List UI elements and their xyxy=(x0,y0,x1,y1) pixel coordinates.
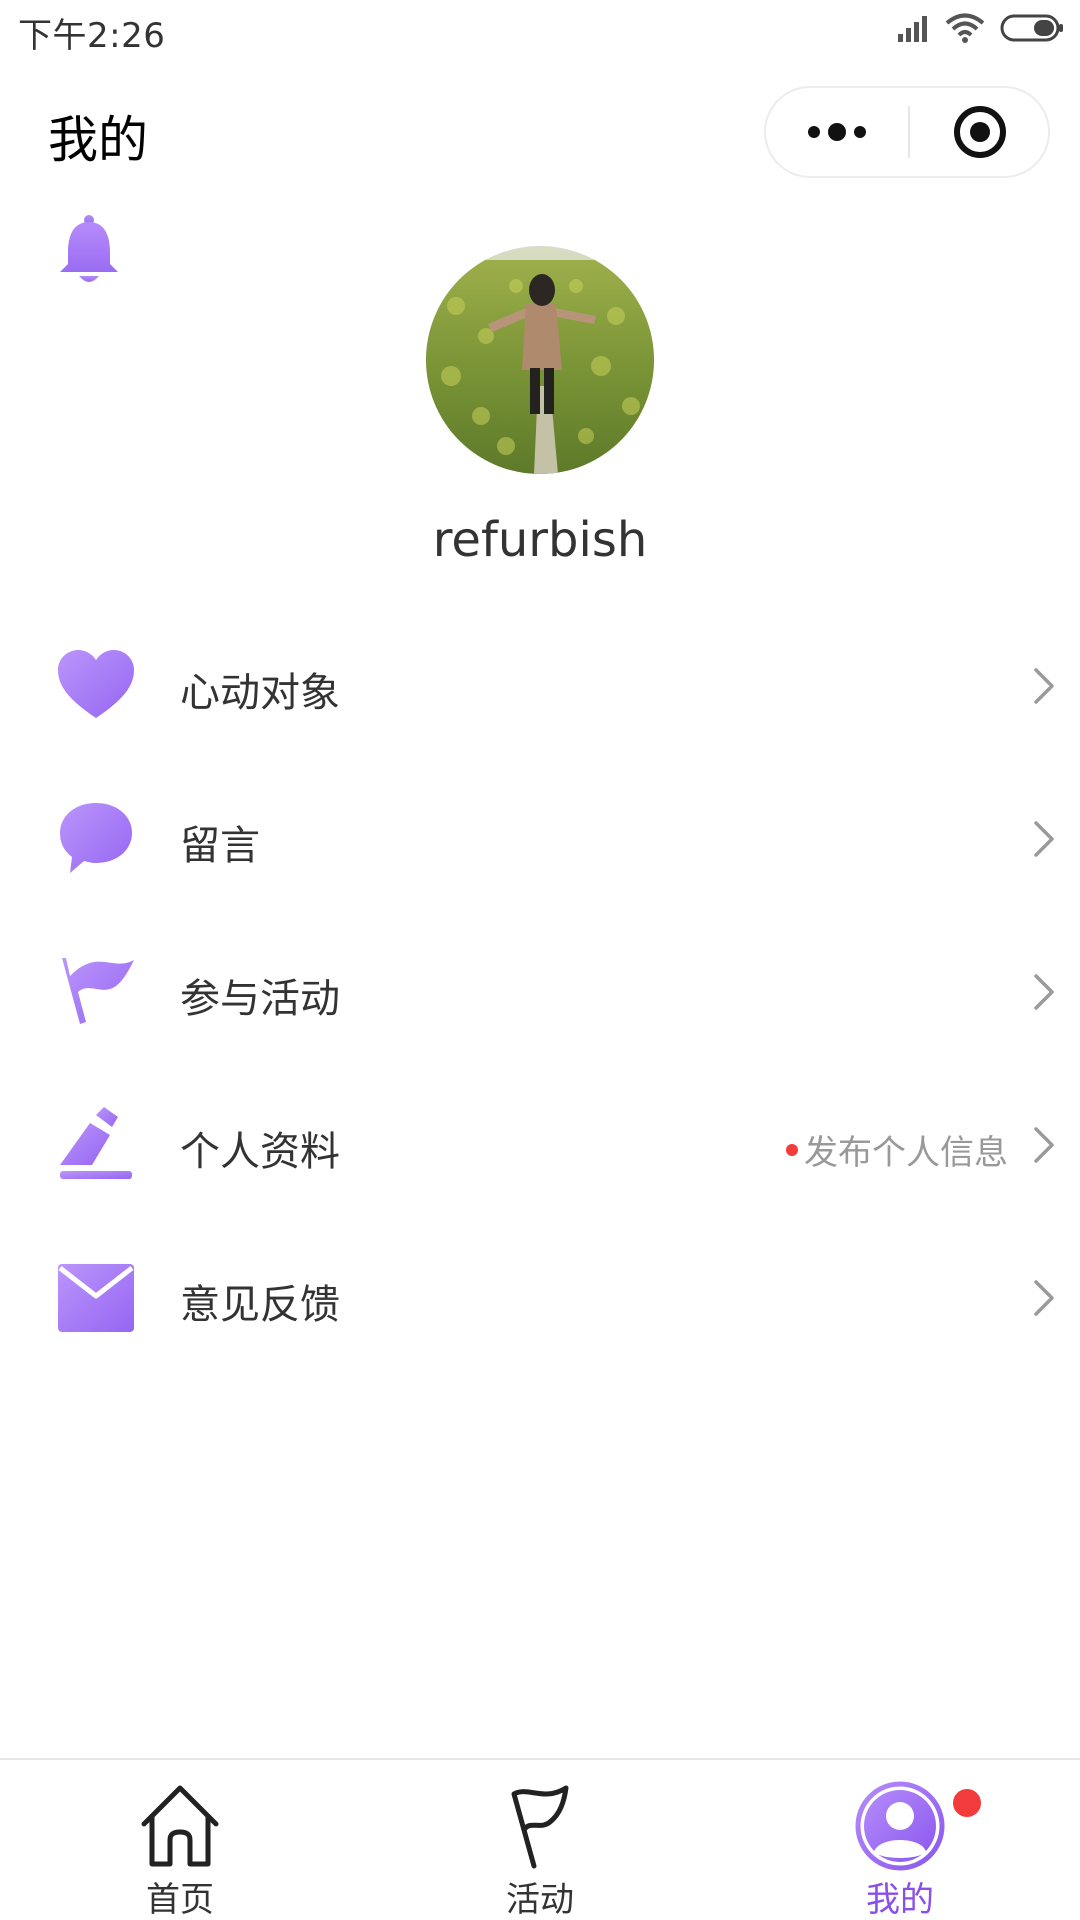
red-dot-indicator xyxy=(786,1143,798,1156)
chat-bubble-icon xyxy=(60,803,132,873)
status-bar: 下午2:26 xyxy=(0,0,1080,60)
chevron-right-icon xyxy=(1034,821,1054,857)
chevron-right-icon xyxy=(1034,974,1054,1010)
chevron-right-icon xyxy=(1034,1280,1054,1316)
bell-icon xyxy=(60,215,118,282)
mail-icon xyxy=(58,1264,134,1332)
menu-item-messages[interactable]: 留言 xyxy=(0,763,1080,916)
menu-item-label: 留言 xyxy=(180,823,260,869)
status-icons xyxy=(896,12,1064,44)
signal-icon xyxy=(898,16,927,42)
miniprogram-capsule xyxy=(764,86,1050,178)
username: refurbish xyxy=(432,512,648,568)
close-button[interactable] xyxy=(910,88,1050,176)
tab-label: 首页 xyxy=(146,1880,214,1920)
avatar[interactable] xyxy=(426,246,654,474)
heart-icon xyxy=(58,650,134,718)
menu-item-activities[interactable]: 参与活动 xyxy=(0,916,1080,1069)
tab-bar: 首页 活动 我的 xyxy=(0,1758,1080,1920)
menu-item-crush[interactable]: 心动对象 xyxy=(0,610,1080,763)
tab-home[interactable]: 首页 xyxy=(80,1770,280,1920)
menu-item-label: 心动对象 xyxy=(180,670,340,716)
notification-bell-button[interactable] xyxy=(56,214,122,292)
menu-item-profile[interactable]: 个人资料 发布个人信息 xyxy=(0,1069,1080,1222)
tab-label: 活动 xyxy=(506,1880,574,1920)
screen: 下午2:26 我的 refurbish 心动对象 留言 参与活动 个人资料 发布… xyxy=(0,0,1080,1920)
tab-activities[interactable]: 活动 xyxy=(440,1770,640,1920)
flag-icon xyxy=(62,958,134,1024)
publish-info-hint: 发布个人信息 xyxy=(786,1125,1008,1174)
flag-outline-icon xyxy=(511,1785,569,1869)
battery-icon xyxy=(1000,14,1063,42)
tab-label: 我的 xyxy=(866,1880,934,1920)
status-time: 下午2:26 xyxy=(18,16,166,56)
tab-mine[interactable]: 我的 xyxy=(800,1770,1000,1920)
edit-profile-icon xyxy=(60,1107,132,1179)
menu-item-feedback[interactable]: 意见反馈 xyxy=(0,1222,1080,1375)
page-title: 我的 xyxy=(48,111,148,169)
more-button[interactable] xyxy=(766,88,908,176)
wifi-icon xyxy=(945,13,985,43)
chevron-right-icon xyxy=(1034,1127,1054,1163)
menu-list: 心动对象 留言 参与活动 个人资料 发布个人信息 意见反馈 xyxy=(0,610,1080,1375)
chevron-right-icon xyxy=(1034,668,1054,704)
home-icon xyxy=(141,1785,219,1867)
hint-text: 发布个人信息 xyxy=(804,1133,1008,1173)
menu-item-label: 意见反馈 xyxy=(180,1282,340,1328)
target-icon xyxy=(954,106,1006,158)
notification-badge xyxy=(950,1786,984,1820)
user-icon xyxy=(855,1781,945,1871)
more-dots-icon xyxy=(808,123,866,141)
menu-item-label: 个人资料 xyxy=(180,1129,340,1175)
avatar-photo xyxy=(426,246,654,474)
menu-item-label: 参与活动 xyxy=(180,976,340,1022)
